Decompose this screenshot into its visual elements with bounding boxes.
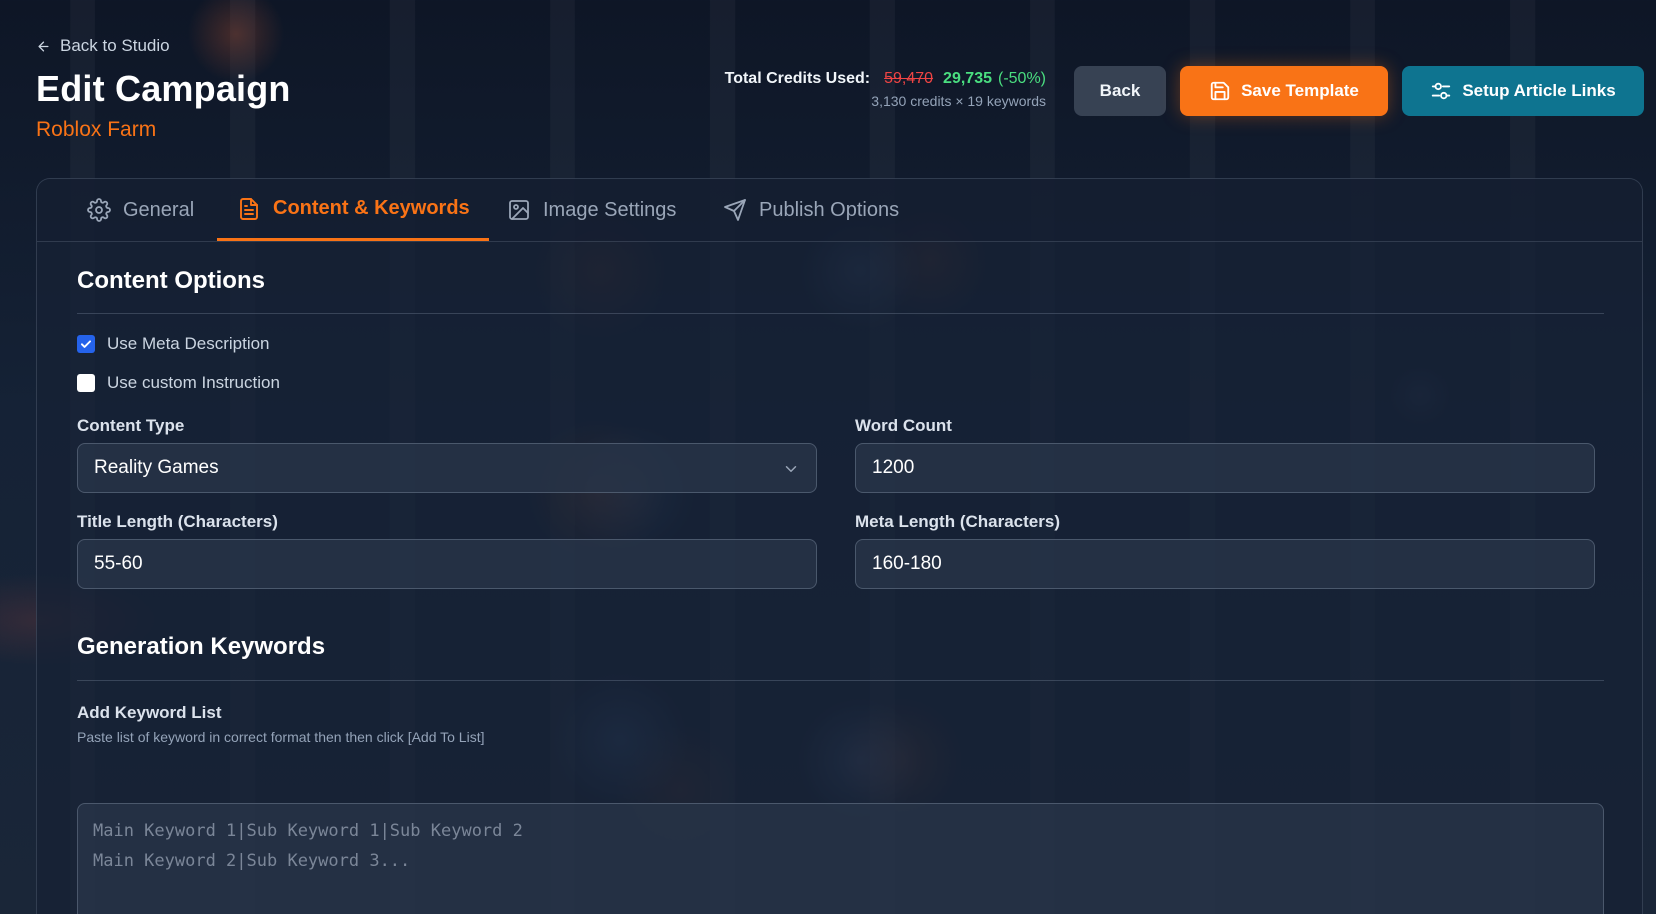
word-count-input[interactable] <box>872 457 1578 479</box>
image-icon <box>509 200 529 220</box>
document-icon <box>240 197 258 220</box>
back-to-studio-label: Back to Studio <box>60 36 170 55</box>
generation-keywords-title: Generation Keywords <box>77 633 326 660</box>
arrow-left-icon <box>38 41 49 51</box>
word-count-field[interactable] <box>855 443 1595 493</box>
tab-image-settings-label: Image Settings <box>543 198 677 221</box>
back-button-label: Back <box>1099 81 1141 100</box>
credits-summary: Total Credits Used: 59,470 29,735 (-50%)… <box>725 70 1046 109</box>
checkbox-unchecked-icon[interactable] <box>77 374 95 392</box>
meta-length-field[interactable] <box>855 539 1595 589</box>
tab-general[interactable]: General <box>87 179 194 241</box>
tab-bar: General Content & Keywords Image Setting… <box>37 179 1642 242</box>
generation-keywords-divider <box>77 680 1604 681</box>
use-custom-instruction-label: Use custom Instruction <box>107 373 280 392</box>
tab-image-settings[interactable]: Image Settings <box>507 179 676 241</box>
content-type-select[interactable]: Reality Games <box>77 443 817 493</box>
keyword-list-help-text: Paste list of keyword in correct format … <box>77 729 485 745</box>
save-template-button[interactable]: Save Template <box>1180 66 1388 116</box>
add-keyword-list-label: Add Keyword List <box>77 703 222 722</box>
send-icon <box>724 199 746 221</box>
credits-label: Total Credits Used: <box>724 70 871 87</box>
tab-general-label: General <box>123 198 195 221</box>
setup-article-links-label: Setup Article Links <box>1462 81 1616 100</box>
use-meta-description-label: Use Meta Description <box>107 334 270 353</box>
use-meta-description-checkbox[interactable]: Use Meta Description <box>77 334 270 354</box>
tab-publish-options[interactable]: Publish Options <box>723 179 899 241</box>
credits-original: 59,470 <box>884 70 934 87</box>
campaign-editor-card: General Content & Keywords Image Setting… <box>36 178 1643 914</box>
use-custom-instruction-checkbox[interactable]: Use custom Instruction <box>77 373 280 393</box>
tab-publish-options-label: Publish Options <box>759 198 900 221</box>
credits-discount: (-50%) <box>997 70 1046 87</box>
save-template-label: Save Template <box>1241 81 1359 100</box>
meta-length-label: Meta Length (Characters) <box>855 512 1060 531</box>
back-button[interactable]: Back <box>1074 66 1166 116</box>
content-options-title: Content Options <box>77 267 265 294</box>
tab-content-keywords-label: Content & Keywords <box>273 197 470 219</box>
content-type-value: Reality Games <box>94 457 219 478</box>
credits-discounted: 29,735 <box>943 70 992 87</box>
gear-icon <box>87 198 111 222</box>
credits-breakdown: 3,130 credits × 19 keywords <box>871 93 1046 109</box>
word-count-label: Word Count <box>855 416 952 435</box>
back-to-studio-link[interactable]: Back to Studio <box>36 36 170 56</box>
chevron-down-icon <box>785 466 797 472</box>
page-title: Edit Campaign <box>36 68 291 109</box>
setup-article-links-button[interactable]: Setup Article Links <box>1402 66 1644 116</box>
content-options-divider <box>77 313 1604 314</box>
content-type-label: Content Type <box>77 416 185 435</box>
tab-content-keywords[interactable]: Content & Keywords <box>217 179 489 241</box>
sliders-icon <box>1432 82 1451 100</box>
title-length-label: Title Length (Characters) <box>77 512 278 531</box>
meta-length-input[interactable] <box>872 553 1578 575</box>
keyword-list-textarea[interactable]: Main Keyword 1|Sub Keyword 1|Sub Keyword… <box>77 803 1604 914</box>
checkbox-checked-icon[interactable] <box>77 335 95 353</box>
title-length-field[interactable] <box>77 539 817 589</box>
campaign-name: Roblox Farm <box>36 118 157 141</box>
save-icon <box>1210 81 1230 101</box>
title-length-input[interactable] <box>94 553 800 575</box>
